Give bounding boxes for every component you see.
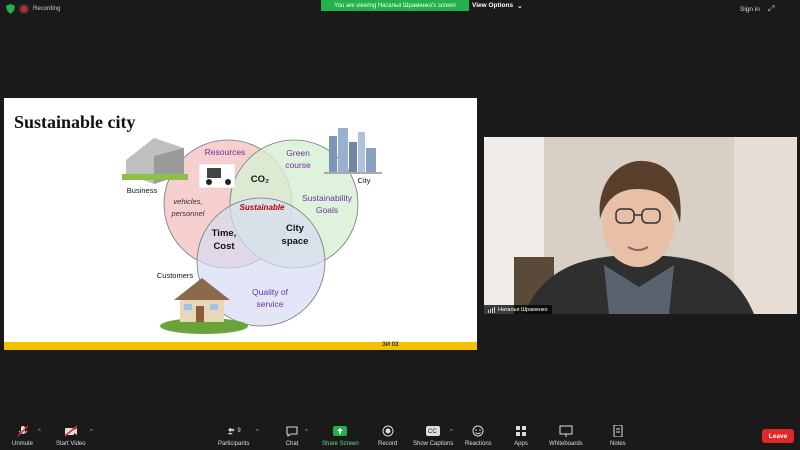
participants-button[interactable]: 9 Participants <box>218 425 249 447</box>
record-dot-icon <box>21 6 27 12</box>
share-screen-button[interactable]: Share Screen <box>322 425 359 447</box>
captions-caret-icon[interactable]: ^ <box>450 429 453 435</box>
participant-video[interactable]: Наталья Шраменко <box>484 137 797 314</box>
recording-label: Recording <box>33 6 61 12</box>
audio-options-caret-icon[interactable]: ^ <box>38 429 41 435</box>
participant-name: Наталья Шраменко <box>498 306 548 313</box>
participants-icon: 9 <box>227 425 241 437</box>
sustainable-label: Sustainable <box>239 203 285 212</box>
chat-label: Chat <box>285 441 299 447</box>
warehouse-image <box>122 138 188 184</box>
shared-slide: Sustainable city Resources Green course … <box>4 98 477 350</box>
time-cost-label: Time, Cost <box>211 228 237 252</box>
start-video-label: Start Video <box>56 441 86 447</box>
delivery-vehicle-image <box>198 163 236 189</box>
captions-icon: CC <box>426 425 441 437</box>
meeting-toolbar: Unmute ^ Start Video ^ 9 Participants ^ … <box>0 420 800 450</box>
reactions-icon <box>471 425 485 437</box>
city-label: City <box>357 176 371 185</box>
sign-in-button[interactable]: Sign in <box>740 6 760 13</box>
participants-caret-icon[interactable]: ^ <box>256 429 259 435</box>
chat-icon <box>285 425 299 437</box>
resources-label: Resources <box>204 147 246 157</box>
view-options-label: View Options <box>472 2 514 9</box>
reactions-label: Reactions <box>465 441 492 447</box>
svg-text:CC: CC <box>428 429 437 435</box>
vehicles-personnel-label: vehicles, personnel <box>171 197 205 218</box>
leave-button[interactable]: Leave <box>762 429 794 443</box>
shield-icon <box>6 4 15 14</box>
sustainability-goals-label: Sustainability Goals <box>301 193 353 215</box>
meeting-top-bar: Recording You are viewing Наталья Шрамен… <box>0 0 800 20</box>
whiteboards-button[interactable]: Whiteboards <box>549 425 583 447</box>
business-label: Business <box>126 186 158 195</box>
notes-button[interactable]: Notes <box>610 425 626 447</box>
start-video-button[interactable]: Start Video <box>56 425 86 447</box>
city-space-label: City space <box>281 223 309 247</box>
unmute-label: Unmute <box>12 441 34 447</box>
chat-caret-icon[interactable]: ^ <box>305 429 308 435</box>
view-options-button[interactable]: View Options ⌄ <box>472 0 523 11</box>
viewing-banner: You are viewing Наталья Шраменко's scree… <box>321 0 469 11</box>
footer-logo: ЗИ 03 <box>382 342 399 348</box>
participants-label: Participants <box>218 441 250 447</box>
show-captions-label: Show Captions <box>413 441 454 447</box>
video-off-icon <box>64 425 78 437</box>
whiteboard-icon <box>559 425 573 437</box>
window-controls: ⤢ <box>768 4 774 14</box>
share-screen-label: Share Screen <box>322 441 359 447</box>
quality-of-service-label: Quality of service <box>252 287 288 309</box>
video-options-caret-icon[interactable]: ^ <box>90 429 93 435</box>
notes-icon <box>611 425 625 437</box>
whiteboards-label: Whiteboards <box>549 441 583 447</box>
apps-icon <box>514 425 528 437</box>
venn-diagram <box>122 128 382 334</box>
unmute-button[interactable]: Unmute <box>12 425 33 447</box>
apps-label: Apps <box>514 441 528 447</box>
apps-button[interactable]: Apps <box>514 425 528 447</box>
record-button[interactable]: Record <box>378 425 397 447</box>
chat-button[interactable]: Chat <box>285 425 299 447</box>
reactions-button[interactable]: Reactions <box>465 425 492 447</box>
customers-label: Customers <box>156 271 194 280</box>
share-screen-icon <box>333 425 348 437</box>
participant-name-tag: Наталья Шраменко <box>484 305 552 314</box>
recording-indicator: Recording <box>6 4 60 14</box>
slide-footer-bar <box>4 342 477 350</box>
participants-count: 9 <box>237 428 241 434</box>
record-icon <box>381 425 395 437</box>
participant-video-frame <box>484 137 797 314</box>
chevron-down-icon: ⌄ <box>517 2 523 10</box>
fullscreen-icon[interactable]: ⤢ <box>768 4 774 14</box>
co2-label: CO₂ <box>250 174 270 185</box>
microphone-muted-icon <box>16 425 30 437</box>
record-label: Record <box>378 441 398 447</box>
green-course-label: Green course <box>285 148 311 170</box>
notes-label: Notes <box>610 441 626 447</box>
show-captions-button[interactable]: CC Show Captions <box>413 425 453 447</box>
city-buildings-image <box>324 128 382 174</box>
signal-bars-icon <box>488 306 495 313</box>
